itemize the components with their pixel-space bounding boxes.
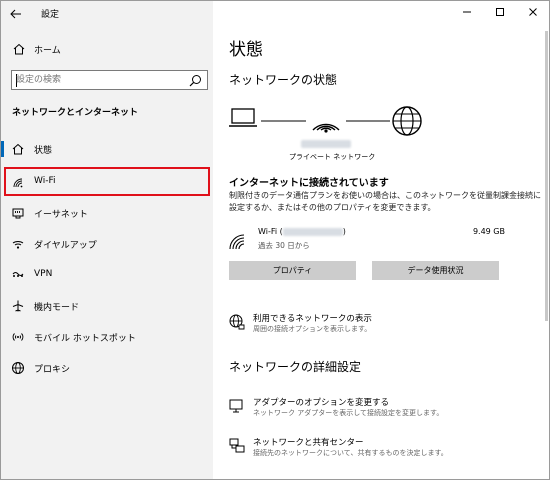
window-controls xyxy=(450,1,549,25)
airplane-icon xyxy=(12,300,24,312)
sidebar-item-label: ダイヤルアップ xyxy=(34,241,97,251)
main-content: 状態 ネットワークの状態 プライベート ネットワーク インターネットに接続されて… xyxy=(213,1,549,479)
dialup-icon xyxy=(12,241,24,249)
sidebar-home[interactable]: ホーム xyxy=(1,38,213,60)
hotspot-icon xyxy=(12,333,24,341)
laptop-icon xyxy=(229,108,257,127)
sidebar-item-airplane-mode[interactable]: 機内モード xyxy=(1,292,213,320)
sidebar-item-label: 機内モード xyxy=(34,303,80,313)
internet-globe-icon xyxy=(392,106,422,136)
connected-description: 制限付きのデータ通信プランをお使いの場合は、このネットワークを従量制課金接続に設… xyxy=(229,191,541,212)
advanced-settings-heading: ネットワークの詳細設定 xyxy=(229,360,362,374)
connected-title: インターネットに接続されています xyxy=(229,178,389,189)
redacted-network-name xyxy=(301,140,351,148)
router-wifi-icon xyxy=(312,123,340,133)
home-label: ホーム xyxy=(34,46,61,56)
adapter-monitor-icon xyxy=(229,399,243,413)
ethernet-icon xyxy=(12,208,24,219)
sidebar-item-label: イーサネット xyxy=(34,210,88,220)
network-sharing-icon xyxy=(229,438,245,453)
home-status-icon xyxy=(12,143,24,155)
title-bar: 設定 xyxy=(1,1,213,29)
wifi-signal-icon xyxy=(229,234,245,250)
adapter-options-title: アダプターのオプションを変更する xyxy=(253,398,390,408)
sidebar-item-dialup[interactable]: ダイヤルアップ xyxy=(1,230,213,258)
wifi-data-usage: 9.49 GB xyxy=(472,227,505,236)
scrollbar[interactable] xyxy=(545,31,548,321)
wifi-connection-row: Wi-Fi () 過去 30 日から 9.49 GB xyxy=(229,226,505,256)
adapter-options-link[interactable]: アダプターのオプションを変更する ネットワーク アダプターを表示して接続設定を変… xyxy=(229,396,547,426)
adapter-options-subtitle: ネットワーク アダプターを表示して接続設定を変更します。 xyxy=(253,409,444,417)
close-icon xyxy=(528,8,537,16)
wifi-usage-period: 過去 30 日から xyxy=(258,241,310,250)
network-profile-label: プライベート ネットワーク xyxy=(289,153,376,161)
redacted-ssid xyxy=(282,227,343,236)
available-networks-title: 利用できるネットワークの表示 xyxy=(253,314,372,324)
network-status-heading: ネットワークの状態 xyxy=(229,73,338,87)
back-button[interactable] xyxy=(5,4,27,24)
sidebar: 設定 ホーム ネットワークとインターネット 状態 Wi-Fi イーサネット xyxy=(1,1,213,479)
minimize-button[interactable] xyxy=(450,1,483,23)
sidebar-section-heading: ネットワークとインターネット xyxy=(12,108,139,118)
sidebar-item-label: モバイル ホットスポット xyxy=(34,334,136,344)
available-networks-subtitle: 周囲の接続オプションを表示します。 xyxy=(253,325,372,333)
globe-network-icon xyxy=(229,314,245,330)
sharing-center-link[interactable]: ネットワークと共有センター 接続先のネットワークについて、共有するものを決定しま… xyxy=(229,436,547,466)
vpn-icon xyxy=(12,272,24,277)
sidebar-item-proxy[interactable]: プロキシ xyxy=(1,354,213,382)
wifi-name-suffix: ) xyxy=(342,227,346,236)
wifi-name-prefix: Wi-Fi ( xyxy=(258,227,283,236)
sharing-center-subtitle: 接続先のネットワークについて、共有するものを決定します。 xyxy=(253,449,448,457)
back-arrow-icon xyxy=(10,9,21,19)
sidebar-item-label: VPN xyxy=(34,269,53,279)
search-icon[interactable] xyxy=(189,74,202,87)
sharing-center-title: ネットワークと共有センター xyxy=(253,438,364,448)
active-indicator xyxy=(1,141,4,157)
data-usage-button[interactable]: データ使用状況 xyxy=(372,261,499,280)
sidebar-item-ethernet[interactable]: イーサネット xyxy=(1,199,213,227)
maximize-button[interactable] xyxy=(483,1,516,23)
wifi-highlight-box xyxy=(4,167,210,196)
globe-icon xyxy=(12,362,24,374)
home-icon xyxy=(13,43,25,55)
sidebar-item-label: 状態 xyxy=(34,146,53,156)
settings-window: 設定 ホーム ネットワークとインターネット 状態 Wi-Fi イーサネット xyxy=(0,0,550,480)
sidebar-item-mobile-hotspot[interactable]: モバイル ホットスポット xyxy=(1,323,213,351)
properties-button[interactable]: プロパティ xyxy=(229,261,356,280)
sidebar-item-vpn[interactable]: VPN xyxy=(1,261,213,289)
wifi-network-name: Wi-Fi () xyxy=(258,227,346,236)
close-button[interactable] xyxy=(516,1,549,23)
page-title: 状態 xyxy=(229,40,263,60)
app-title: 設定 xyxy=(41,10,60,20)
minimize-icon xyxy=(462,11,471,13)
sidebar-item-status[interactable]: 状態 xyxy=(1,135,213,163)
search-input[interactable] xyxy=(16,73,176,87)
sidebar-item-label: プロキシ xyxy=(34,365,71,375)
available-networks-link[interactable]: 利用できるネットワークの表示 周囲の接続オプションを表示します。 xyxy=(229,312,547,342)
search-box[interactable] xyxy=(11,70,208,90)
maximize-icon xyxy=(495,8,504,16)
